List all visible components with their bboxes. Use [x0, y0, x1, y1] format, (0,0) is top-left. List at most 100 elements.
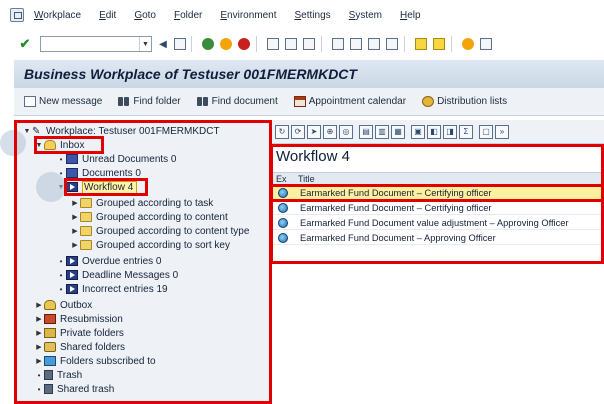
workflow-row[interactable]: Earmarked Fund Document – Certifying off…: [272, 201, 604, 215]
export-icon[interactable]: ▣: [411, 124, 425, 139]
menu-folder[interactable]: Folder: [174, 10, 202, 21]
workflow-list-area: Workflow 4 Ex Title Earmarked Fund Docum…: [272, 146, 604, 404]
distribution-lists-button[interactable]: Distribution lists: [422, 96, 507, 107]
forward-icon[interactable]: ➤: [307, 124, 321, 139]
menu-help[interactable]: Help: [400, 10, 421, 21]
back-green-icon[interactable]: [202, 38, 214, 50]
new-session-icon[interactable]: [415, 38, 427, 50]
folder-tree-panel: ▼ ✎ Workplace: Testuser 001FMERMKDCT ▼ I…: [14, 120, 272, 404]
expand-down-icon[interactable]: ▼: [34, 142, 44, 149]
print-icon[interactable]: [267, 38, 279, 50]
bullet-icon: •: [59, 256, 63, 266]
expand-right-icon[interactable]: ▶: [70, 213, 80, 221]
chevron-down-icon[interactable]: ▼: [139, 37, 151, 51]
expand-down-icon[interactable]: ▼: [56, 184, 66, 191]
distribution-list-icon: [422, 96, 435, 107]
tree-item-shared-folders[interactable]: ▶ Shared folders: [34, 340, 125, 354]
bullet-icon: •: [37, 370, 41, 380]
tree-root[interactable]: ▼ ✎ Workplace: Testuser 001FMERMKDCT: [22, 124, 220, 138]
expand-right-icon[interactable]: ▶: [70, 227, 80, 235]
command-field[interactable]: ▼: [40, 36, 152, 52]
workflow-row[interactable]: Earmarked Fund Document – Approving Offi…: [272, 231, 604, 245]
attachment-icon[interactable]: ⊕: [323, 124, 337, 139]
first-page-icon[interactable]: [332, 38, 344, 50]
tree-item-documents[interactable]: • Documents 0: [56, 166, 141, 180]
menu-system[interactable]: System: [349, 10, 382, 21]
new-message-button[interactable]: New message: [24, 96, 102, 107]
menu-settings[interactable]: Settings: [295, 10, 331, 21]
enter-check-icon[interactable]: ✔: [18, 36, 32, 51]
select-icon[interactable]: ◧: [427, 124, 441, 139]
tree-item-grouped-content[interactable]: ▶ Grouped according to content: [70, 210, 227, 224]
menu-edit[interactable]: Edit: [99, 10, 116, 21]
previous-page-icon[interactable]: [350, 38, 362, 50]
back-arrow-icon[interactable]: ◀: [156, 37, 170, 51]
tree-root-label: Workplace: Testuser 001FMERMKDCT: [46, 125, 220, 137]
layout-icon[interactable]: ▦: [391, 124, 405, 139]
tree-item-outbox[interactable]: ▶ Outbox: [34, 298, 92, 312]
tree-item-label: Inbox: [60, 139, 85, 151]
sum-icon[interactable]: Σ: [459, 124, 473, 139]
shortcut-icon[interactable]: [433, 38, 445, 50]
execute-icon[interactable]: ⟳: [291, 124, 305, 139]
tree-item-workflow[interactable]: ▼ Workflow 4: [56, 180, 138, 194]
appointment-calendar-button[interactable]: Appointment calendar: [293, 96, 407, 107]
find-next-icon[interactable]: [303, 38, 315, 50]
tree-item-grouped-sort-key[interactable]: ▶ Grouped according to sort key: [70, 238, 230, 252]
column-header-title[interactable]: Title: [298, 174, 315, 184]
tree-item-label: Trash: [57, 369, 83, 381]
expand-right-icon[interactable]: ▶: [34, 329, 44, 337]
expand-right-icon[interactable]: ▶: [34, 315, 44, 323]
tree-item-subscribed[interactable]: ▶ Folders subscribed to: [34, 354, 155, 368]
next-page-icon[interactable]: [368, 38, 380, 50]
expand-right-icon[interactable]: ▶: [70, 199, 80, 207]
expand-down-icon[interactable]: ▼: [22, 128, 32, 135]
expand-right-icon[interactable]: ▶: [34, 301, 44, 309]
tree-item-label: Grouped according to task: [96, 197, 214, 209]
find-icon[interactable]: [285, 38, 297, 50]
tree-item-grouped-task[interactable]: ▶ Grouped according to task: [70, 196, 213, 210]
save-icon[interactable]: [174, 38, 186, 50]
help-icon[interactable]: [462, 38, 474, 50]
menu-environment[interactable]: Environment: [220, 10, 276, 21]
workflow-row[interactable]: Earmarked Fund Document value adjustment…: [272, 216, 604, 230]
find-folder-label: Find folder: [133, 96, 181, 107]
layout-menu-icon[interactable]: [480, 38, 492, 50]
appointment-calendar-label: Appointment calendar: [308, 96, 407, 107]
print-preview-icon[interactable]: ▢: [479, 124, 493, 139]
column-header-ex[interactable]: Ex: [276, 174, 287, 184]
detail-icon[interactable]: ◎: [339, 124, 353, 139]
expand-right-icon[interactable]: ▶: [34, 357, 44, 365]
tree-item-label: Resubmission: [60, 313, 123, 325]
tree-item-trash[interactable]: • Trash: [34, 368, 83, 382]
exit-orange-icon[interactable]: [220, 38, 232, 50]
tree-item-deadline[interactable]: • Deadline Messages 0: [56, 268, 179, 282]
find-document-button[interactable]: Find document: [196, 96, 278, 107]
work-item-icon: [278, 232, 288, 243]
find-folder-button[interactable]: Find folder: [118, 96, 181, 107]
tree-item-inbox[interactable]: ▼ Inbox: [34, 138, 85, 152]
tree-item-resubmission[interactable]: ▶ Resubmission: [34, 312, 123, 326]
tree-item-grouped-content-type[interactable]: ▶ Grouped according to content type: [70, 224, 249, 238]
expand-right-icon[interactable]: ▶: [34, 343, 44, 351]
variant-icon[interactable]: ◨: [443, 124, 457, 139]
cancel-red-icon[interactable]: [238, 38, 250, 50]
workflow-row-title: Earmarked Fund Document – Certifying off…: [300, 187, 492, 198]
document-icon: [66, 168, 78, 178]
tree-item-overdue[interactable]: • Overdue entries 0: [56, 254, 162, 268]
menu-workplace[interactable]: Workplace: [34, 10, 81, 21]
workflow-row[interactable]: Earmarked Fund Document – Certifying off…: [272, 186, 604, 200]
sort-icon[interactable]: ▥: [375, 124, 389, 139]
refresh-icon[interactable]: ↻: [275, 124, 289, 139]
tree-item-shared-trash[interactable]: • Shared trash: [34, 382, 115, 396]
filter-icon[interactable]: ▤: [359, 124, 373, 139]
sap-menu-icon[interactable]: [10, 8, 24, 22]
tree-item-unread[interactable]: • Unread Documents 0: [56, 152, 177, 166]
menu-goto[interactable]: Goto: [134, 10, 156, 21]
tree-item-incorrect[interactable]: • Incorrect entries 19: [56, 282, 168, 296]
menu-bar: Workplace Edit Goto Folder Environment S…: [0, 0, 604, 30]
last-page-icon[interactable]: [386, 38, 398, 50]
more-icon[interactable]: »: [495, 124, 509, 139]
expand-right-icon[interactable]: ▶: [70, 241, 80, 249]
tree-item-private-folders[interactable]: ▶ Private folders: [34, 326, 124, 340]
